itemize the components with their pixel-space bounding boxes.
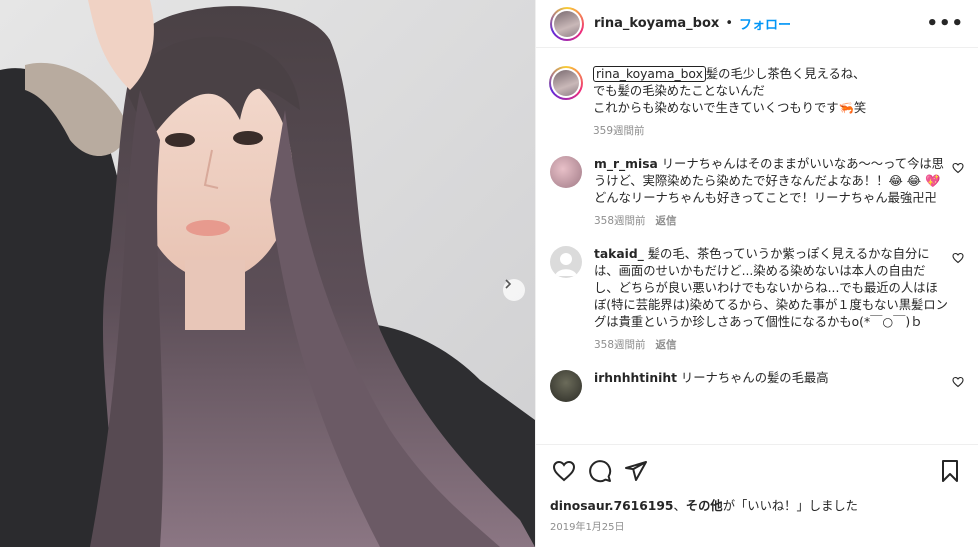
comment-username[interactable]: irhnhhtiniht (594, 371, 677, 385)
heart-icon[interactable] (952, 252, 964, 264)
post-photo[interactable] (0, 0, 535, 547)
comment-username[interactable]: m_r_misa (594, 157, 658, 171)
post-header: rina_koyama_box • フォロー ••• (536, 0, 978, 48)
comment-text: 髪の毛、茶色っていうか紫っぽく見えるかな自分には、画面のせいかもだけど...染め… (594, 247, 948, 329)
caption-line-1: 髪の毛少し茶色く見えるね、 (705, 67, 866, 81)
heart-icon[interactable] (952, 162, 964, 174)
separator-dot: • (725, 16, 733, 31)
caption: rina_koyama_box 髪の毛少し茶色く見えるね、 でも髪の毛染めたことな… (549, 66, 964, 140)
comment-body: irhnhhtiniht リーナちゃんの髪の毛最高 (594, 370, 949, 402)
avatar[interactable] (550, 246, 582, 278)
comment-item: m_r_misa リーナちゃんはそのままがいいなあ〜〜って今は思うけど、実際染め… (550, 156, 964, 230)
reply-button[interactable]: 返信 (656, 215, 677, 227)
likes-others[interactable]: その他 (686, 499, 723, 513)
comment-item: irhnhhtiniht リーナちゃんの髪の毛最高 (550, 370, 964, 402)
save-icon[interactable] (938, 459, 962, 483)
comment-text: リーナちゃんの髪の毛最高 (680, 371, 829, 385)
comment-item: takaid_ 髪の毛、茶色っていうか紫っぽく見えるかな自分には、画面のせいかも… (550, 246, 964, 354)
post-username[interactable]: rina_koyama_box (594, 16, 719, 31)
next-photo-button[interactable] (503, 279, 525, 301)
likes-sep: 、 (673, 499, 686, 513)
caption-meta: 359週間前 (593, 123, 948, 140)
caption-body: rina_koyama_box 髪の毛少し茶色く見えるね、 でも髪の毛染めたことな… (593, 66, 948, 140)
comment-body: takaid_ 髪の毛、茶色っていうか紫っぽく見えるかな自分には、画面のせいかも… (594, 246, 949, 354)
heart-icon[interactable] (952, 376, 964, 388)
caption-line-2: でも髪の毛染めたことないんだ (593, 84, 765, 98)
portrait-image (0, 0, 535, 547)
comment-time: 358週間前 (594, 339, 646, 351)
reply-button[interactable]: 返信 (656, 339, 677, 351)
caption-time: 359週間前 (593, 125, 645, 137)
avatar[interactable] (550, 6, 584, 41)
share-icon[interactable] (624, 459, 648, 483)
comment-icon[interactable] (588, 459, 612, 483)
avatar[interactable] (549, 66, 583, 100)
follow-button[interactable]: フォロー (739, 14, 791, 33)
comment-body: m_r_misa リーナちゃんはそのままがいいなあ〜〜って今は思うけど、実際染め… (594, 156, 949, 230)
liker-username[interactable]: dinosaur.7616195 (550, 499, 673, 513)
avatar[interactable] (550, 370, 582, 402)
more-icon[interactable]: ••• (926, 13, 964, 34)
comment-meta: 358週間前 返信 (594, 213, 949, 230)
comment-meta: 358週間前 返信 (594, 337, 949, 354)
caption-username[interactable]: rina_koyama_box (593, 66, 706, 82)
post-dialog: rina_koyama_box • フォロー ••• rina_koyama_b… (0, 0, 978, 547)
post-date: 2019年1月25日 (550, 522, 625, 533)
comments-list[interactable]: rina_koyama_box 髪の毛少し茶色く見えるね、 でも髪の毛染めたことな… (536, 48, 978, 444)
likes-suffix: が「いいね！」しました (722, 499, 858, 513)
comment-time: 358週間前 (594, 215, 646, 227)
avatar[interactable] (550, 156, 582, 188)
chevron-right-icon (505, 279, 512, 289)
likes-summary: dinosaur.7616195、その他が「いいね！」しました (536, 496, 978, 514)
comment-username[interactable]: takaid_ (594, 247, 644, 261)
post-sidebar: rina_koyama_box • フォロー ••• rina_koyama_b… (535, 0, 978, 547)
default-avatar-icon (555, 253, 577, 276)
caption-line-3: これからも染めないで生きていくつもりです🦐笑 (593, 101, 867, 115)
heart-icon[interactable] (552, 459, 576, 483)
action-bar (536, 444, 978, 496)
